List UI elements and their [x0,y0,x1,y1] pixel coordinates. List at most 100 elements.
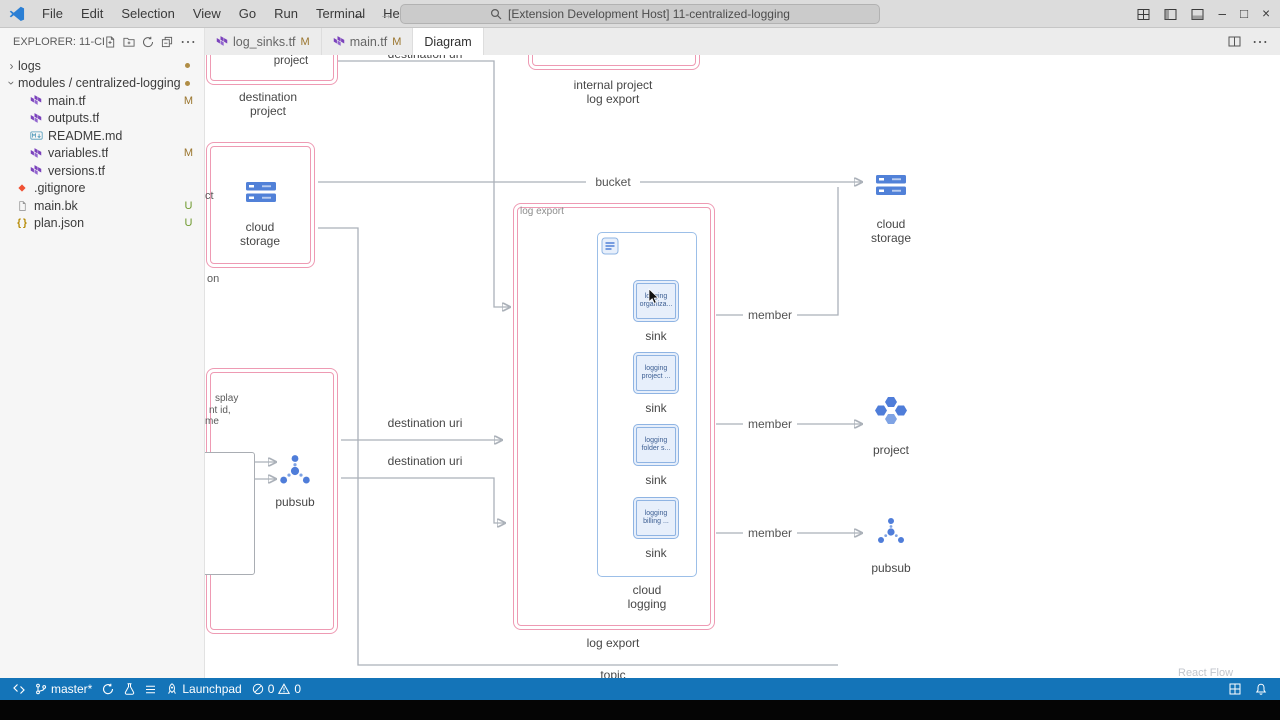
git-modified-badge: M [300,35,310,48]
git-modified-badge: M [183,94,194,107]
tree-item-main-tf[interactable]: main.tf M [0,92,204,110]
tree-item-variables-tf[interactable]: variables.tf M [0,145,204,163]
git-untracked-badge: U [184,217,193,230]
tree-item-outputs-tf[interactable]: outputs.tf [0,110,204,128]
new-folder-icon[interactable] [123,36,135,48]
statusbar-right [1224,678,1272,700]
tab-main-tf[interactable]: main.tf M [321,28,414,55]
history-nav: ← → [352,0,393,28]
window-title: [Extension Development Host] 11-centrali… [508,7,790,21]
tab-diagram[interactable]: Diagram [413,28,484,55]
json-file-icon: { } [17,217,27,229]
more-actions-icon[interactable]: ⋯ [180,32,196,52]
node-sink-folder[interactable]: logging folder s... [633,424,679,466]
file-icon [14,200,30,212]
menu-view[interactable]: View [184,3,230,24]
mouse-cursor-icon [648,288,660,305]
warning-count: 0 [294,682,302,696]
editor-layout-button[interactable] [1224,678,1246,700]
tree-item-gitignore[interactable]: .gitignore [0,180,204,198]
explorer-sidebar: EXPLORER: 11-CENT... ⋯ › logs › modu [0,28,205,678]
tree-item-label: variables.tf [48,146,109,161]
toggle-panel-icon[interactable] [1191,8,1204,21]
react-flow-attribution: React Flow [1178,667,1234,678]
edge-label-member: member [743,308,797,322]
layout-grid-icon[interactable] [1137,8,1150,21]
sink-label: sink [645,329,667,343]
node-label: cloud storage [239,220,281,248]
remote-indicator[interactable] [8,678,30,700]
changes-dot [185,80,190,86]
problems-indicator[interactable]: 0 0 [247,678,306,700]
menu-run[interactable]: Run [265,3,307,24]
back-button[interactable]: ← [352,6,366,22]
markdown-file-icon [28,129,44,142]
minimize-button[interactable]: – [1218,7,1226,21]
tab-label: Diagram [424,34,472,49]
tree-item-logs[interactable]: › logs [0,57,204,75]
terraform-file-icon [28,94,44,107]
node-sink-project[interactable]: logging project ... [633,352,679,394]
diagram-canvas[interactable]: logging organiza... logging project ... … [205,55,1280,678]
clipped-text: splay [215,393,239,404]
clipped-text: ct [205,190,214,202]
tree-item-versions-tf[interactable]: versions.tf [0,162,204,180]
launchpad-button[interactable]: Launchpad [161,678,246,700]
tree-item-main-bk[interactable]: main.bk U [0,197,204,215]
notifications-bell[interactable] [1250,678,1272,700]
clipped-text: me [205,416,219,427]
tree-item-modules[interactable]: › modules / centralized-logging [0,75,204,93]
terraform-file-icon [28,112,44,125]
menu-go[interactable]: Go [230,3,265,24]
forward-button[interactable]: → [379,6,393,22]
tree-item-label: outputs.tf [48,111,100,126]
editor-actions: ⋯ [1216,28,1280,55]
tree-item-readme[interactable]: README.md [0,127,204,145]
tree-item-plan-json[interactable]: { } plan.json U [0,215,204,233]
explorer-toolbar: ⋯ [104,32,196,52]
toggle-sidebar-icon[interactable] [1164,8,1177,21]
status-bar: master* Launchpad 0 0 [0,678,1280,700]
menu-selection[interactable]: Selection [112,3,183,24]
new-file-icon[interactable] [104,35,116,48]
node-label: project [273,55,309,67]
file-tree: › logs › modules / centralized-logging m… [0,55,204,232]
flask-button[interactable] [119,678,140,700]
editor-group: log_sinks.tf M main.tf M Diagram ⋯ organ… [205,28,1280,678]
pubsub-icon [876,517,906,547]
command-center[interactable]: [Extension Development Host] 11-centrali… [400,4,880,24]
branch-name: master* [51,682,93,696]
group-label: log export [520,206,564,217]
git-branch-status[interactable]: master* [30,678,97,700]
clipped-text: nt id, [209,405,231,416]
menu-file[interactable]: File [33,3,72,24]
node-label: cloud storage [870,217,912,245]
more-actions-icon[interactable]: ⋯ [1252,32,1268,52]
list-button[interactable] [140,678,161,700]
menu-edit[interactable]: Edit [72,3,112,24]
node-label: pubsub [871,561,911,575]
warning-icon [278,683,291,695]
rocket-icon [166,683,178,695]
maximize-button[interactable]: □ [1240,7,1248,21]
edge-label: destination uri [387,454,463,468]
cloud-storage-icon [246,181,276,203]
logging-icon [601,237,619,255]
sync-button[interactable] [97,678,119,700]
split-editor-icon[interactable] [1228,35,1241,48]
sink-label: sink [645,473,667,487]
tree-item-label: .gitignore [34,181,86,196]
close-button[interactable]: × [1262,7,1270,21]
explorer-header: EXPLORER: 11-CENT... ⋯ [0,28,204,55]
edge-label-bucket: bucket [586,175,640,189]
sink-label: sink [645,401,667,415]
tab-log-sinks-tf[interactable]: log_sinks.tf M [205,28,322,55]
node-sink-billing[interactable]: logging billing ... [633,497,679,539]
launchpad-label: Launchpad [182,682,242,696]
refresh-icon[interactable] [142,36,154,48]
vscode-window: File Edit Selection View Go Run Terminal… [0,0,1280,700]
terraform-file-icon [216,35,228,48]
collapse-all-icon[interactable] [161,36,173,48]
tree-item-label: logs [18,58,41,73]
terraform-file-icon [28,147,44,160]
